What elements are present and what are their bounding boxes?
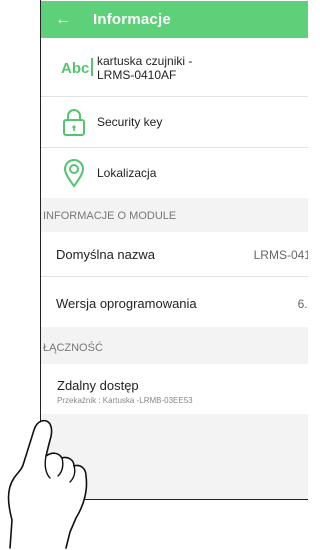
security-key-row[interactable]: Security key bbox=[41, 97, 308, 147]
remote-access-row[interactable]: Zdalny dostęp Przekaźnik : Kartuska -LRM… bbox=[41, 364, 308, 414]
content-area: Abc kartuska czujniki - LRMS-0410AF Secu… bbox=[41, 38, 308, 499]
phone-frame: ← Informacje Abc kartuska czujniki - LRM… bbox=[40, 0, 308, 500]
section-title: INFORMACJE O MODULE bbox=[43, 210, 177, 222]
device-name-label: kartuska czujniki - LRMS-0410AF bbox=[97, 54, 193, 82]
default-name-row: Domyślna nazwa LRMS-0410AF bbox=[41, 232, 308, 276]
security-key-label: Security key bbox=[97, 115, 163, 129]
remote-access-sub: Przekaźnik : Kartuska -LRMB-03EE53 bbox=[57, 396, 193, 405]
location-label: Lokalizacja bbox=[97, 166, 157, 180]
app-bar: ← Informacje bbox=[41, 1, 308, 38]
firmware-row: Wersja oprogramowania 6.2.19 bbox=[41, 277, 308, 327]
section-header-module-info: INFORMACJE O MODULE bbox=[41, 210, 308, 230]
screen: ← Informacje Abc kartuska czujniki - LRM… bbox=[0, 0, 308, 550]
firmware-value: 6.2.19 bbox=[297, 297, 308, 311]
abc-text-icon: Abc bbox=[61, 58, 93, 77]
arrow-left-icon[interactable]: ← bbox=[55, 1, 83, 38]
location-row[interactable]: Lokalizacja bbox=[41, 148, 308, 198]
default-name-value: LRMS-0410AF bbox=[253, 248, 308, 262]
section-header-connectivity: ŁĄCZNOŚĆ bbox=[41, 342, 308, 362]
device-name-row[interactable]: Abc kartuska czujniki - LRMS-0410AF bbox=[41, 38, 308, 96]
default-name-label: Domyślna nazwa bbox=[56, 247, 155, 262]
firmware-label: Wersja oprogramowania bbox=[56, 296, 197, 311]
remote-access-label: Zdalny dostęp bbox=[57, 378, 139, 393]
map-pin-icon bbox=[63, 159, 85, 188]
section-title: ŁĄCZNOŚĆ bbox=[43, 342, 103, 354]
page-title: Informacje bbox=[93, 11, 171, 28]
lock-icon bbox=[63, 109, 85, 136]
